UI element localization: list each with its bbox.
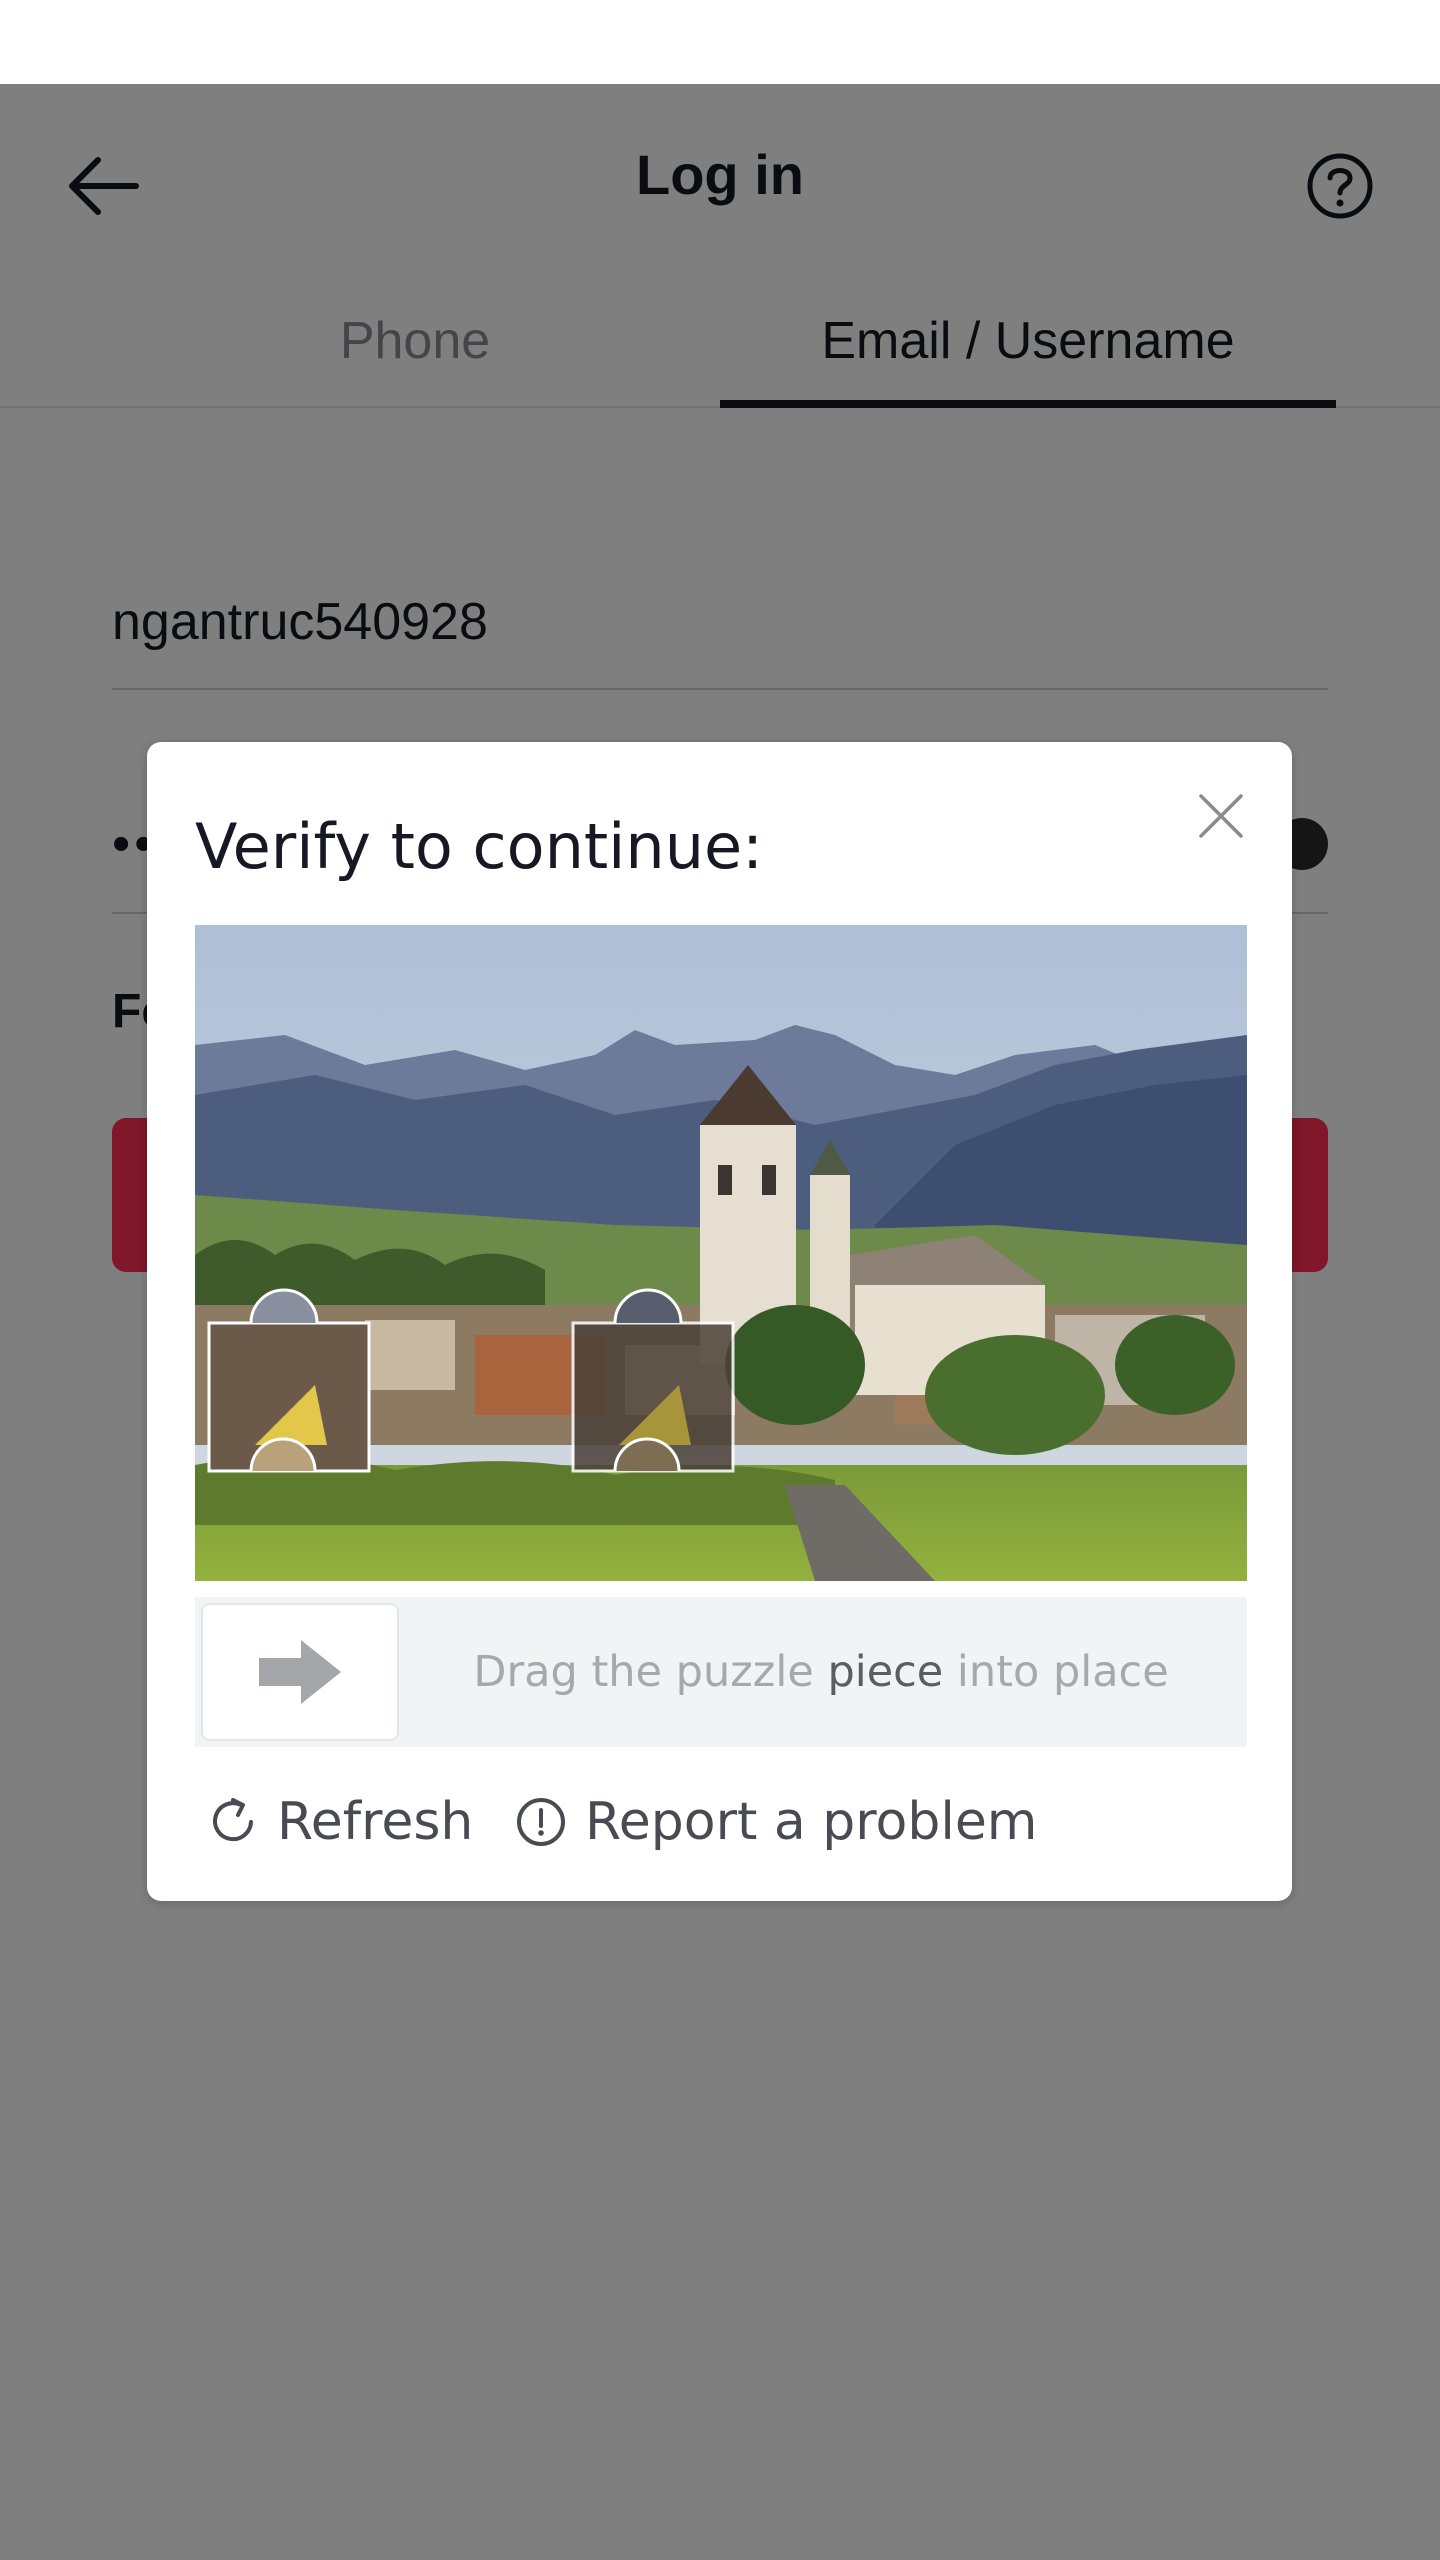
refresh-icon — [205, 1794, 261, 1850]
village-landscape-image — [195, 925, 1247, 1581]
alert-circle-icon — [513, 1794, 569, 1850]
arrow-right-icon — [259, 1640, 341, 1704]
slider-hint-prefix: Drag the puzzle — [473, 1647, 828, 1697]
refresh-button[interactable]: Refresh — [205, 1786, 473, 1858]
captcha-modal: Verify to continue: Drag the puzzle piec… — [147, 742, 1292, 1901]
slider-handle[interactable] — [201, 1603, 399, 1741]
status-bar — [0, 0, 1440, 84]
slider-hint: Drag the puzzle piece into place — [395, 1597, 1247, 1747]
slider-hint-mid: piece — [827, 1647, 944, 1697]
close-icon — [1199, 794, 1243, 838]
slider-track: Drag the puzzle piece into place — [195, 1597, 1247, 1747]
report-problem-button[interactable]: Report a problem — [513, 1786, 1037, 1858]
captcha-puzzle-image — [195, 925, 1247, 1581]
slider-hint-suffix: into place — [943, 1647, 1169, 1697]
refresh-label: Refresh — [277, 1792, 474, 1852]
report-problem-label: Report a problem — [585, 1792, 1038, 1852]
close-button[interactable] — [1189, 784, 1253, 848]
captcha-title: Verify to continue: — [195, 810, 764, 883]
